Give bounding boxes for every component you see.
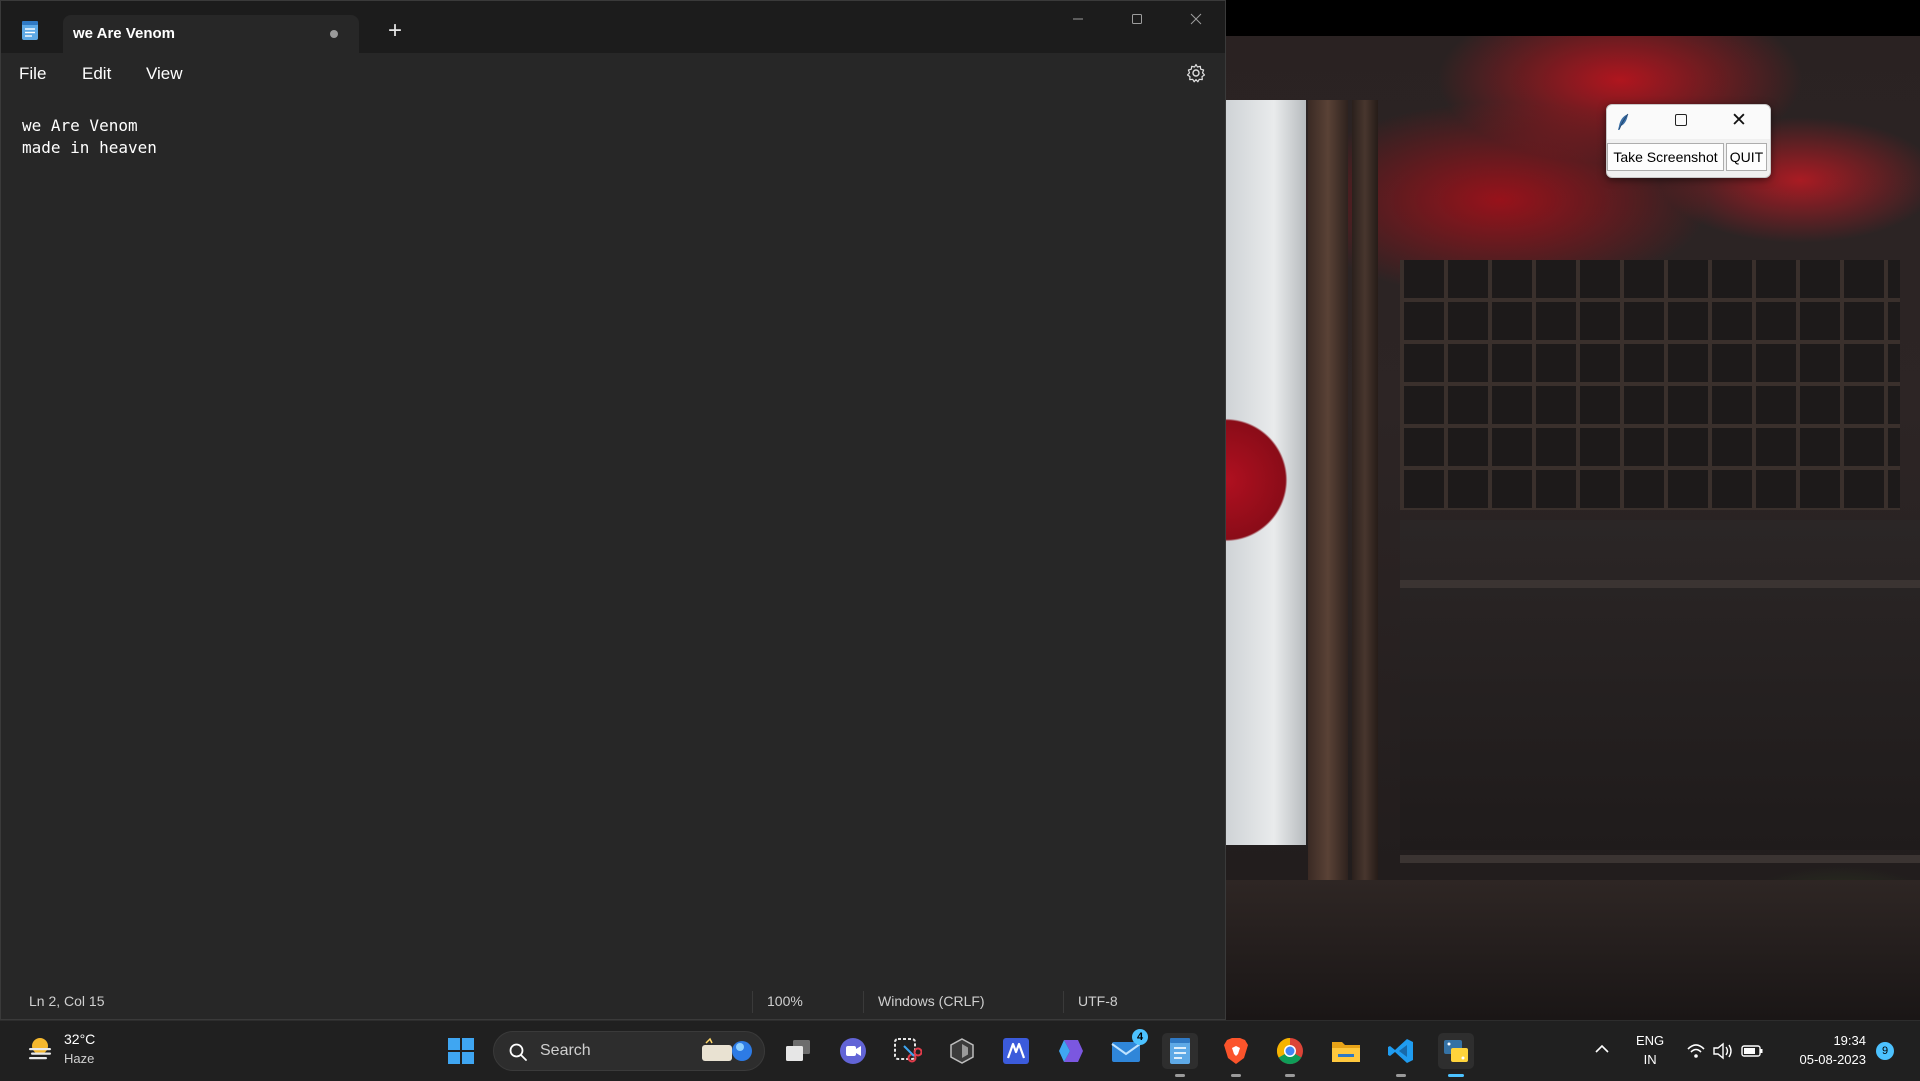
python-button[interactable] <box>1438 1033 1474 1077</box>
zoom-level: 100% <box>767 993 803 1009</box>
tk-maximize-icon[interactable] <box>1675 114 1687 126</box>
teams-chat-icon <box>840 1038 866 1064</box>
notepad-window: we Are Venom + File Edit View we Are Ven… <box>0 0 1226 1020</box>
wallpaper-lattice <box>1400 260 1900 510</box>
python-icon <box>1444 1040 1468 1062</box>
document-content[interactable]: we Are Venom made in heaven <box>22 115 157 159</box>
minimize-icon <box>1073 18 1083 20</box>
text-editor-area[interactable]: we Are Venom made in heaven <box>1 95 1225 979</box>
unsaved-dot-icon[interactable] <box>330 30 338 38</box>
wifi-icon <box>1687 1044 1705 1058</box>
running-indicator <box>1285 1074 1295 1077</box>
tk-close-icon[interactable]: ✕ <box>1731 109 1747 132</box>
clock-date: 05-08-2023 <box>1799 1052 1867 1067</box>
wallpaper-floor <box>1226 880 1920 1020</box>
new-tab-button[interactable]: + <box>383 19 407 43</box>
blue-m-app-icon <box>1003 1038 1029 1064</box>
visual-studio-style-button[interactable] <box>998 1033 1034 1069</box>
tk-titlebar[interactable]: ✕ <box>1607 105 1770 139</box>
wallpaper-pillar <box>1308 100 1348 880</box>
status-bar: Ln 2, Col 15 100% Windows (CRLF) UTF-8 <box>1 985 1225 1019</box>
status-divider <box>1063 991 1064 1013</box>
copilot-icon <box>1059 1040 1083 1062</box>
search-label: Search <box>540 1042 591 1059</box>
screenshot-tool-window: ✕ Take Screenshot QUIT <box>1606 104 1771 178</box>
feather-icon <box>1618 113 1629 130</box>
wallpaper-pillar-inner <box>1352 100 1378 880</box>
settings-gear-icon[interactable] <box>1186 63 1206 83</box>
running-indicator <box>1396 1074 1406 1077</box>
windows-logo-icon <box>448 1038 474 1064</box>
weather-condition[interactable]: Haze <box>64 1051 94 1066</box>
notepad-app-icon <box>22 21 38 40</box>
task-view-icon <box>786 1040 810 1061</box>
teams-chat-button[interactable] <box>835 1033 871 1069</box>
line-ending: Windows (CRLF) <box>878 993 985 1009</box>
notification-count-badge[interactable]: 9 <box>1876 1042 1894 1060</box>
vscode-icon <box>1388 1039 1413 1063</box>
folder-icon <box>1332 1042 1360 1062</box>
weather-haze-icon[interactable] <box>24 1033 56 1065</box>
system-tray-icons[interactable] <box>1686 1041 1770 1061</box>
copilot-button[interactable] <box>1053 1033 1089 1069</box>
task-view-button[interactable] <box>780 1033 816 1069</box>
active-indicator <box>1448 1074 1464 1077</box>
quit-button[interactable]: QUIT <box>1726 143 1767 171</box>
running-indicator <box>1175 1074 1185 1077</box>
unknown-app-button[interactable] <box>944 1033 980 1069</box>
notepad-icon <box>1170 1038 1190 1064</box>
wallpaper-fence-rail <box>1400 580 1920 588</box>
system-clock[interactable]: 19:34 05-08-2023 <box>1782 1031 1867 1069</box>
battery-icon <box>1741 1045 1763 1057</box>
maximize-icon <box>1132 14 1142 24</box>
encoding: UTF-8 <box>1078 993 1118 1009</box>
chevron-up-icon <box>1595 1044 1609 1053</box>
weather-temperature[interactable]: 32°C <box>64 1031 95 1047</box>
start-button[interactable] <box>443 1033 479 1069</box>
maximize-button[interactable] <box>1114 7 1160 35</box>
clock-time: 19:34 <box>1833 1033 1866 1048</box>
take-screenshot-button[interactable]: Take Screenshot <box>1607 143 1724 171</box>
tab-title: we Are Venom <box>73 25 175 42</box>
region-code: IN <box>1643 1052 1657 1067</box>
hexagon-app-icon <box>950 1038 974 1064</box>
mail-badge: 4 <box>1132 1029 1148 1045</box>
notepad-taskbar-button[interactable] <box>1162 1033 1198 1077</box>
brave-button[interactable] <box>1218 1033 1254 1077</box>
mail-button[interactable]: 4 <box>1108 1029 1148 1069</box>
chrome-icon <box>1276 1037 1303 1065</box>
menu-edit[interactable]: Edit <box>82 64 111 84</box>
status-divider <box>752 991 753 1013</box>
vscode-button[interactable] <box>1383 1033 1419 1077</box>
snipping-tool-icon <box>894 1038 922 1063</box>
search-highlight-illustration-icon <box>702 1037 752 1061</box>
cursor-position: Ln 2, Col 15 <box>29 993 105 1009</box>
close-icon <box>1190 13 1202 25</box>
menu-view[interactable]: View <box>146 64 183 84</box>
close-button[interactable] <box>1173 7 1219 35</box>
input-language-indicator[interactable]: ENG IN <box>1636 1031 1664 1069</box>
chrome-button[interactable] <box>1272 1033 1308 1077</box>
running-indicator <box>1231 1074 1241 1077</box>
wallpaper-fence-rail <box>1400 855 1920 863</box>
brave-lion-icon <box>1224 1038 1248 1064</box>
menu-bar: File Edit View <box>1 53 1225 95</box>
snipping-tool-button[interactable] <box>889 1033 925 1069</box>
show-hidden-icons-chevron-icon[interactable] <box>1594 1041 1610 1059</box>
wallpaper-top-band <box>1226 0 1920 36</box>
search-icon <box>509 1043 527 1061</box>
file-explorer-button[interactable] <box>1328 1033 1364 1069</box>
volume-icon <box>1713 1042 1732 1060</box>
minimize-button[interactable] <box>1055 7 1101 35</box>
tab-we-are-venom[interactable]: we Are Venom <box>63 15 359 53</box>
language-code: ENG <box>1636 1033 1665 1048</box>
taskbar: 32°C Haze Search 4 ENG IN 19:34 05-08-20… <box>0 1020 1920 1081</box>
taskbar-search-box[interactable]: Search <box>493 1031 765 1071</box>
wallpaper-fence <box>1400 520 1920 850</box>
notepad-titlebar[interactable]: we Are Venom + <box>1 1 1225 53</box>
status-divider <box>863 991 864 1013</box>
wallpaper-umbrella <box>1226 410 1296 550</box>
menu-file[interactable]: File <box>19 64 46 84</box>
